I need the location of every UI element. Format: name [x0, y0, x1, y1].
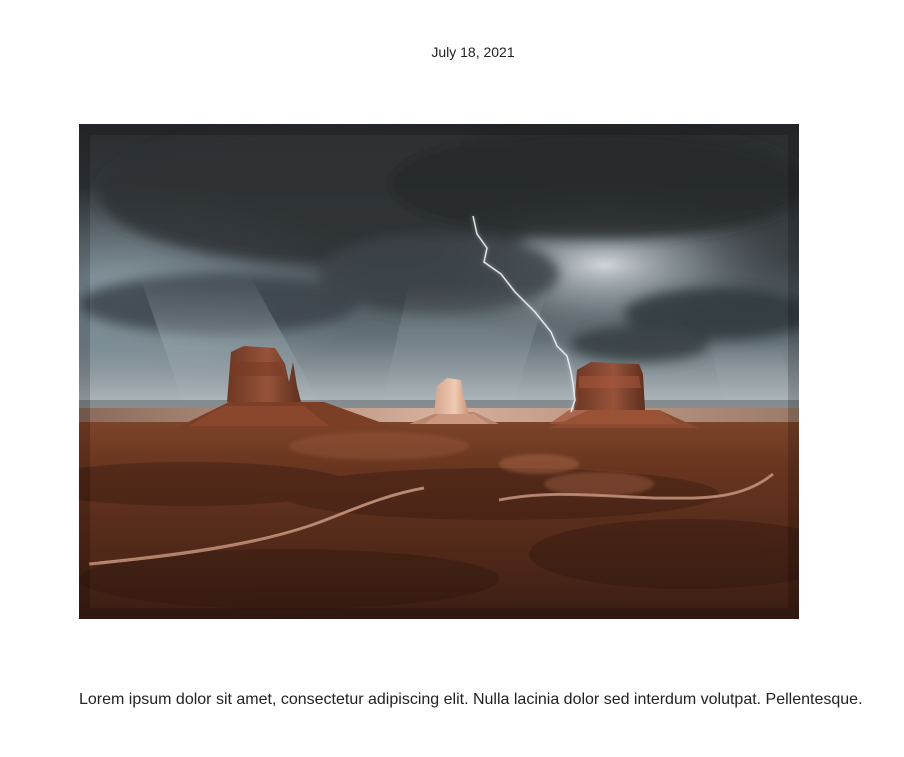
post-excerpt: Lorem ipsum dolor sit amet, consectetur …	[79, 691, 863, 708]
featured-image	[79, 124, 799, 619]
landscape-photo	[79, 124, 799, 619]
post-date: July 18, 2021	[431, 44, 515, 60]
